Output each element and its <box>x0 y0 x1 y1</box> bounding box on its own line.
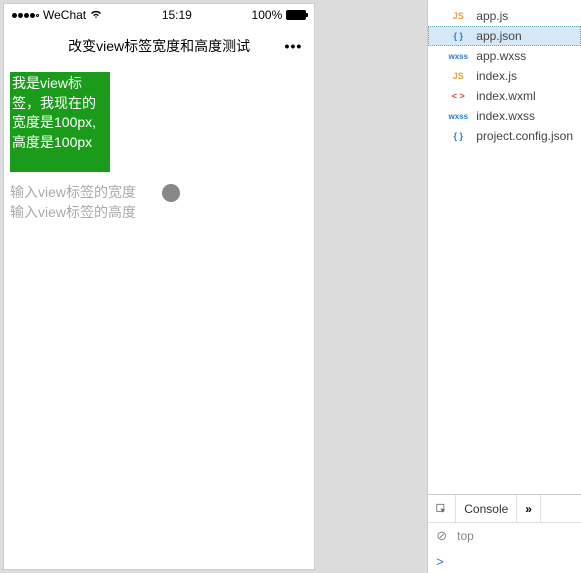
clock-label: 15:19 <box>162 8 192 22</box>
file-type-icon: { } <box>446 131 470 141</box>
file-name-label: app.json <box>476 29 521 43</box>
file-name-label: index.wxss <box>476 109 535 123</box>
file-name-label: project.config.json <box>476 129 573 143</box>
page-body: 我是view标签，我现在的宽度是100px,高度是100px 输入view标签的… <box>4 66 314 569</box>
width-input[interactable]: 输入view标签的宽度 <box>10 182 308 202</box>
touch-cursor-icon <box>162 184 180 202</box>
demo-view-box: 我是view标签，我现在的宽度是100px,高度是100px <box>10 72 110 172</box>
ide-right-pane: JS app.js { } app.json wxss app.wxss JS index.j… <box>427 0 581 573</box>
file-item[interactable]: { } project.config.json <box>428 126 581 146</box>
status-bar-right: 100% <box>252 8 307 22</box>
console-toolbar: ⊘ top <box>428 523 581 549</box>
file-name-label: app.wxss <box>476 49 526 63</box>
carrier-label: WeChat <box>43 8 86 22</box>
input-group: 输入view标签的宽度 输入view标签的高度 <box>10 182 308 222</box>
file-item[interactable]: wxss index.wxss <box>428 106 581 126</box>
battery-icon <box>286 10 306 20</box>
status-bar: WeChat 15:19 100% <box>4 4 314 26</box>
file-item[interactable]: wxss app.wxss <box>428 46 581 66</box>
inspect-icon <box>436 502 447 516</box>
file-type-icon: JS <box>446 11 470 21</box>
console-tabs: Console » <box>428 495 581 523</box>
battery-pct-label: 100% <box>252 8 283 22</box>
console-prompt[interactable]: > <box>428 549 581 573</box>
file-item[interactable]: JS index.js <box>428 66 581 86</box>
height-input[interactable]: 输入view标签的高度 <box>10 202 308 222</box>
page-title: 改变view标签宽度和高度测试 <box>68 36 250 56</box>
file-name-label: index.js <box>476 69 517 83</box>
console-tab[interactable]: Console <box>456 495 517 522</box>
file-type-icon: { } <box>446 31 470 41</box>
file-type-icon: JS <box>446 71 470 81</box>
status-bar-left: WeChat <box>12 8 102 22</box>
nav-bar: 改变view标签宽度和高度测试 ••• <box>4 26 314 66</box>
console-pane: Console » ⊘ top > <box>428 494 581 573</box>
file-type-icon: wxss <box>446 52 470 61</box>
file-name-label: index.wxml <box>476 89 535 103</box>
prompt-chevron-icon: > <box>436 554 444 569</box>
element-inspector-button[interactable] <box>428 495 456 522</box>
file-type-icon: < > <box>446 91 470 101</box>
file-item[interactable]: { } app.json <box>428 26 581 46</box>
panel-gap <box>315 0 427 573</box>
file-name-label: app.js <box>476 9 508 23</box>
context-selector[interactable]: top <box>457 529 474 543</box>
clear-console-icon[interactable]: ⊘ <box>436 528 447 544</box>
signal-icon <box>12 13 39 18</box>
file-item[interactable]: JS app.js <box>428 6 581 26</box>
file-type-icon: wxss <box>446 112 470 121</box>
more-icon[interactable]: ••• <box>285 38 303 54</box>
wifi-icon <box>90 9 102 22</box>
tabs-overflow-button[interactable]: » <box>517 495 541 522</box>
simulator-pane: WeChat 15:19 100% 改变view标签宽度和高度测试 ••• 我是… <box>3 3 315 570</box>
file-tree[interactable]: JS app.js { } app.json wxss app.wxss JS index.j… <box>428 0 581 494</box>
file-item[interactable]: < > index.wxml <box>428 86 581 106</box>
